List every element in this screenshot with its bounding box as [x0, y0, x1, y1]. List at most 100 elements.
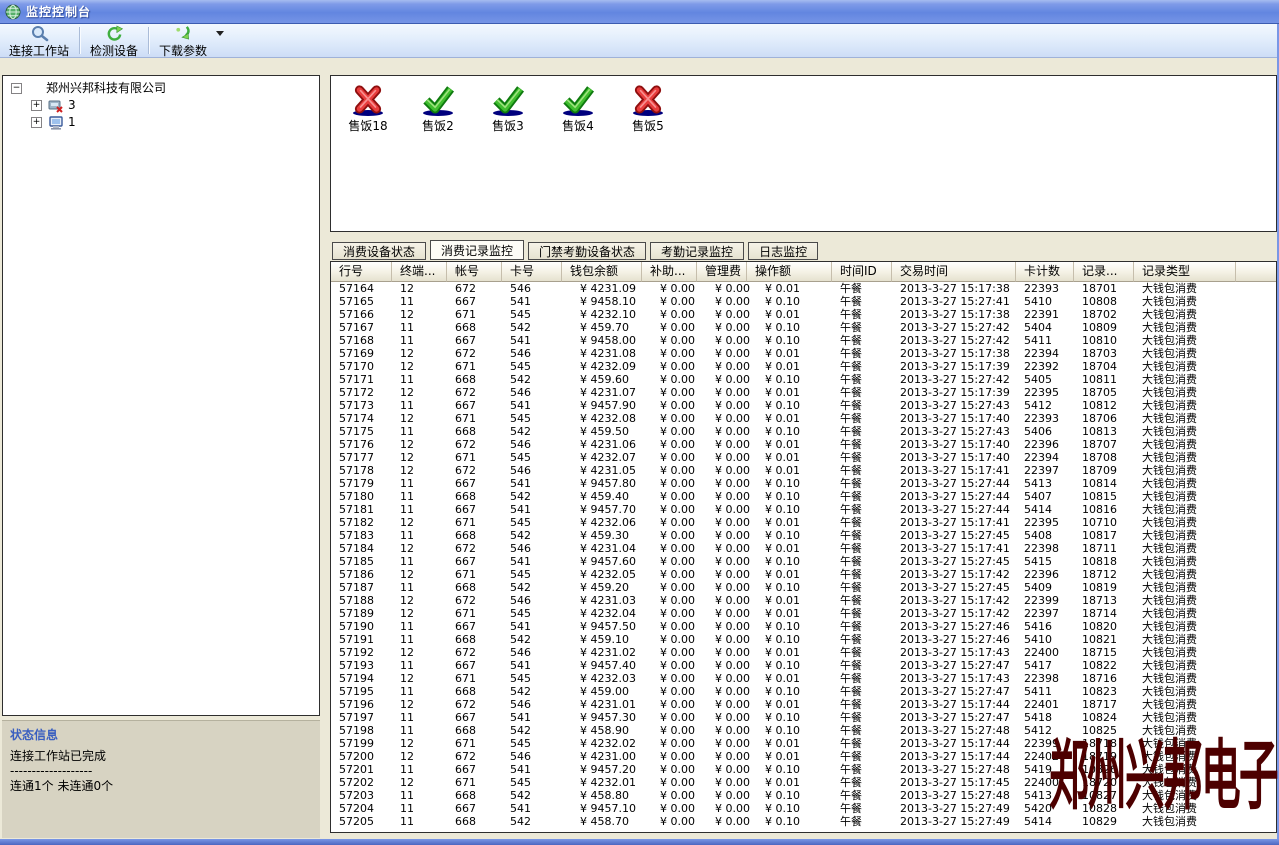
app-window: 监控控制台 连接工作站 检测设备 [0, 0, 1279, 845]
table-row[interactable]: 5719412671545¥ 4232.03¥ 0.00¥ 0.00¥ 0.01… [331, 672, 1276, 685]
table-row[interactable]: 5718711668542¥ 459.20¥ 0.00¥ 0.00¥ 0.10午… [331, 581, 1276, 594]
column-header-1[interactable]: 终端... [392, 262, 447, 282]
table-row[interactable]: 5717311667541¥ 9457.90¥ 0.00¥ 0.00¥ 0.10… [331, 399, 1276, 412]
cell: 57169 [331, 347, 392, 360]
tab-4[interactable]: 日志监控 [748, 242, 818, 260]
cell: 午餐 [832, 308, 892, 321]
cell: 大钱包消费 [1134, 802, 1236, 815]
tab-2[interactable]: 门禁考勤设备状态 [528, 242, 646, 260]
tree-node-company[interactable]: 郑州兴邦科技有限公司 [3, 80, 319, 97]
table-row[interactable]: 5719212672546¥ 4231.02¥ 0.00¥ 0.00¥ 0.01… [331, 646, 1276, 659]
column-header-8[interactable]: 时间ID [832, 262, 892, 282]
table-row[interactable]: 5720012672546¥ 4231.00¥ 0.00¥ 0.00¥ 0.01… [331, 750, 1276, 763]
cell: ¥ 0.00 [697, 750, 747, 763]
table-row[interactable]: 5716612671545¥ 4232.10¥ 0.00¥ 0.00¥ 0.01… [331, 308, 1276, 321]
collapse-icon[interactable] [11, 83, 22, 94]
table-row[interactable]: 5719711667541¥ 9457.30¥ 0.00¥ 0.00¥ 0.10… [331, 711, 1276, 724]
column-header-9[interactable]: 交易时间 [892, 262, 1016, 282]
table-row[interactable]: 5718412672546¥ 4231.04¥ 0.00¥ 0.00¥ 0.01… [331, 542, 1276, 555]
cell: 18707 [1074, 438, 1134, 451]
table-row[interactable]: 5716811667541¥ 9458.00¥ 0.00¥ 0.00¥ 0.10… [331, 334, 1276, 347]
device-item-2[interactable]: 售饭3 [473, 85, 543, 134]
table-row[interactable]: 5716912672546¥ 4231.08¥ 0.00¥ 0.00¥ 0.01… [331, 347, 1276, 360]
table-row[interactable]: 5720511668542¥ 458.70¥ 0.00¥ 0.00¥ 0.10午… [331, 815, 1276, 828]
cell: 大钱包消费 [1134, 438, 1236, 451]
table-row[interactable]: 5718912671545¥ 4232.04¥ 0.00¥ 0.00¥ 0.01… [331, 607, 1276, 620]
cell: 57192 [331, 646, 392, 659]
table-row[interactable]: 5717412671545¥ 4232.08¥ 0.00¥ 0.00¥ 0.01… [331, 412, 1276, 425]
table-row[interactable]: 5718111667541¥ 9457.70¥ 0.00¥ 0.00¥ 0.10… [331, 503, 1276, 516]
table-row[interactable]: 5719011667541¥ 9457.50¥ 0.00¥ 0.00¥ 0.10… [331, 620, 1276, 633]
table-row[interactable]: 5719912671545¥ 4232.02¥ 0.00¥ 0.00¥ 0.01… [331, 737, 1276, 750]
table-row[interactable]: 5719811668542¥ 458.90¥ 0.00¥ 0.00¥ 0.10午… [331, 724, 1276, 737]
tree-node-terminal-3[interactable]: 3 [3, 97, 319, 114]
table-row[interactable]: 5717511668542¥ 459.50¥ 0.00¥ 0.00¥ 0.10午… [331, 425, 1276, 438]
device-item-4[interactable]: 售饭5 [613, 85, 683, 134]
detect-device-button[interactable]: 检测设备 [83, 24, 145, 57]
tree-node-label[interactable]: 3 [68, 97, 76, 114]
device-item-3[interactable]: 售饭4 [543, 85, 613, 134]
download-params-dropdown-arrow[interactable] [216, 31, 224, 36]
table-row[interactable]: 5719311667541¥ 9457.40¥ 0.00¥ 0.00¥ 0.10… [331, 659, 1276, 672]
expand-icon[interactable] [31, 100, 42, 111]
column-header-12[interactable]: 记录类型 [1134, 262, 1236, 282]
cell: 2013-3-27 15:27:47 [892, 659, 1016, 672]
table-row[interactable]: 5719612672546¥ 4231.01¥ 0.00¥ 0.00¥ 0.01… [331, 698, 1276, 711]
tab-0[interactable]: 消费设备状态 [332, 242, 426, 260]
table-row[interactable]: 5716711668542¥ 459.70¥ 0.00¥ 0.00¥ 0.10午… [331, 321, 1276, 334]
cell: 57167 [331, 321, 392, 334]
cell: 12 [392, 737, 447, 750]
table-row[interactable]: 5719511668542¥ 459.00¥ 0.00¥ 0.00¥ 0.10午… [331, 685, 1276, 698]
table-row[interactable]: 5717111668542¥ 459.60¥ 0.00¥ 0.00¥ 0.10午… [331, 373, 1276, 386]
expand-icon[interactable] [31, 117, 42, 128]
tab-1[interactable]: 消费记录监控 [430, 240, 524, 260]
table-row[interactable]: 5716511667541¥ 9458.10¥ 0.00¥ 0.00¥ 0.10… [331, 295, 1276, 308]
device-item-0[interactable]: 售饭18 [333, 85, 403, 134]
table-row[interactable]: 5718812672546¥ 4231.03¥ 0.00¥ 0.00¥ 0.01… [331, 594, 1276, 607]
table-row[interactable]: 5716412672546¥ 4231.09¥ 0.00¥ 0.00¥ 0.01… [331, 282, 1276, 295]
table-row[interactable]: 5719111668542¥ 459.10¥ 0.00¥ 0.00¥ 0.10午… [331, 633, 1276, 646]
table-row[interactable]: 5718511667541¥ 9457.60¥ 0.00¥ 0.00¥ 0.10… [331, 555, 1276, 568]
cell: 2013-3-27 15:27:42 [892, 321, 1016, 334]
tab-3[interactable]: 考勤记录监控 [650, 242, 744, 260]
table-row[interactable]: 5720311668542¥ 458.80¥ 0.00¥ 0.00¥ 0.10午… [331, 789, 1276, 802]
table-row[interactable]: 5717212672546¥ 4231.07¥ 0.00¥ 0.00¥ 0.01… [331, 386, 1276, 399]
cell: 11 [392, 425, 447, 438]
table-row[interactable]: 5720212671545¥ 4232.01¥ 0.00¥ 0.00¥ 0.01… [331, 776, 1276, 789]
cell: ¥ 0.10 [747, 503, 832, 516]
cell: 5406 [1016, 425, 1074, 438]
cell: 2013-3-27 15:27:45 [892, 581, 1016, 594]
column-header-5[interactable]: 补助... [642, 262, 697, 282]
table-row[interactable]: 5717612672546¥ 4231.06¥ 0.00¥ 0.00¥ 0.01… [331, 438, 1276, 451]
table-row[interactable]: 5717712671545¥ 4232.07¥ 0.00¥ 0.00¥ 0.01… [331, 451, 1276, 464]
cell: 10815 [1074, 490, 1134, 503]
table-row[interactable]: 5717012671545¥ 4232.09¥ 0.00¥ 0.00¥ 0.01… [331, 360, 1276, 373]
column-header-4[interactable]: 钱包余额 [562, 262, 642, 282]
table-row[interactable]: 5717911667541¥ 9457.80¥ 0.00¥ 0.00¥ 0.10… [331, 477, 1276, 490]
column-header-7[interactable]: 操作额 [747, 262, 832, 282]
table-row[interactable]: 5718612671545¥ 4232.05¥ 0.00¥ 0.00¥ 0.01… [331, 568, 1276, 581]
cell: ¥ 0.00 [642, 607, 697, 620]
device-item-1[interactable]: 售饭2 [403, 85, 473, 134]
cell: 57176 [331, 438, 392, 451]
column-header-0[interactable]: 行号 [331, 262, 392, 282]
column-header-10[interactable]: 卡计数 [1016, 262, 1074, 282]
download-params-button[interactable]: 下载参数 [152, 24, 214, 57]
column-header-11[interactable]: 记录... [1074, 262, 1134, 282]
column-header-6[interactable]: 管理费 [697, 262, 747, 282]
column-header-3[interactable]: 卡号 [502, 262, 562, 282]
status-online-icon [403, 85, 473, 114]
table-row[interactable]: 5720111667541¥ 9457.20¥ 0.00¥ 0.00¥ 0.10… [331, 763, 1276, 776]
table-row[interactable]: 5718011668542¥ 459.40¥ 0.00¥ 0.00¥ 0.10午… [331, 490, 1276, 503]
table-row[interactable]: 5720411667541¥ 9457.10¥ 0.00¥ 0.00¥ 0.10… [331, 802, 1276, 815]
tree-root-label[interactable]: 郑州兴邦科技有限公司 [46, 80, 166, 97]
column-header-2[interactable]: 帐号 [447, 262, 502, 282]
cell: 18712 [1074, 568, 1134, 581]
tree-node-label[interactable]: 1 [68, 114, 76, 131]
table-row[interactable]: 5717812672546¥ 4231.05¥ 0.00¥ 0.00¥ 0.01… [331, 464, 1276, 477]
table-row[interactable]: 5718311668542¥ 459.30¥ 0.00¥ 0.00¥ 0.10午… [331, 529, 1276, 542]
connect-workstation-button[interactable]: 连接工作站 [2, 24, 76, 57]
table-row[interactable]: 5718212671545¥ 4232.06¥ 0.00¥ 0.00¥ 0.01… [331, 516, 1276, 529]
tree-node-terminal-1[interactable]: 1 [3, 114, 319, 131]
cell: 午餐 [832, 438, 892, 451]
